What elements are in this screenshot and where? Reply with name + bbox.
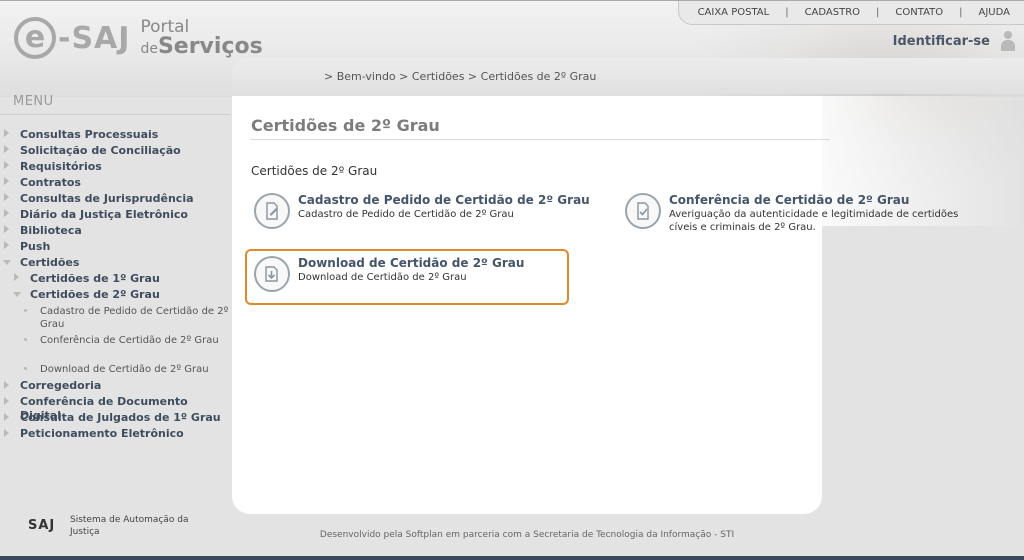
page-title: Certidões de 2º Grau — [251, 116, 440, 135]
expand-arrow-icon[interactable] — [14, 273, 19, 281]
sidebar-item-biblioteca[interactable]: Biblioteca — [20, 224, 82, 238]
logo-saj: -SAJ — [58, 20, 131, 56]
sidebar-item-solicitacao-conciliacao[interactable]: Solicitação de Conciliação — [20, 144, 181, 158]
sidebar-item-julgados-1-grau[interactable]: Consulta de Julgados de 1º Grau — [20, 411, 221, 425]
sidebar-item-certidoes[interactable]: Certidões — [20, 256, 79, 270]
expand-arrow-icon[interactable] — [4, 397, 9, 405]
page: e -SAJ Portal deServiços CAIXA POSTAL | … — [0, 0, 1024, 560]
footer-saj-logo: SAJ — [28, 518, 56, 533]
card-download[interactable]: Download de Certidão de 2º Grau Download… — [254, 256, 564, 292]
expand-arrow-icon[interactable] — [4, 225, 9, 233]
expand-arrow-icon[interactable] — [4, 413, 9, 421]
sidebar-item-jurisprudencia[interactable]: Consultas de Jurisprudência — [20, 192, 194, 206]
top-navigation: CAIXA POSTAL | CADASTRO | CONTATO | AJUD… — [678, 1, 1024, 25]
card-description: Download de Certidão de 2º Grau — [298, 272, 467, 283]
esaj-logo[interactable]: e -SAJ Portal deServiços — [14, 13, 263, 63]
breadcrumb: > Bem-vindo > Certidões > Certidões de 2… — [232, 58, 1024, 94]
identify-label[interactable]: Identificar-se — [893, 34, 990, 49]
bottom-bar — [0, 556, 1024, 560]
sidebar-item-certidoes-2-grau[interactable]: Certidões de 2º Grau — [30, 288, 160, 302]
collapse-arrow-icon[interactable] — [3, 260, 11, 265]
footer-credits: Desenvolvido pela Softplan em parceria c… — [319, 530, 735, 540]
sidebar-item-requisitorios[interactable]: Requisitórios — [20, 160, 102, 174]
sidebar-item-cadastro-pedido[interactable]: Cadastro de Pedido de Certidão de 2º Gra… — [40, 305, 230, 331]
nav-separator: | — [785, 7, 789, 18]
card-description: Cadastro de Pedido de Certidão de 2º Gra… — [298, 209, 514, 220]
logo-portal-de: de — [140, 40, 158, 57]
menu-divider — [0, 114, 230, 115]
sidebar-item-certidoes-1-grau[interactable]: Certidões de 1º Grau — [30, 272, 160, 286]
logo-portal-line2: deServiços — [140, 33, 263, 59]
sidebar-item-conferencia[interactable]: Conferência de Certidão de 2º Grau — [40, 334, 230, 347]
sidebar-item-corregedoria[interactable]: Corregedoria — [20, 379, 101, 393]
bullet-icon — [24, 367, 27, 370]
card-title[interactable]: Conferência de Certidão de 2º Grau — [669, 193, 989, 208]
nav-contato[interactable]: CONTATO — [895, 7, 943, 18]
nav-caixa-postal[interactable]: CAIXA POSTAL — [698, 7, 770, 18]
nav-separator: | — [876, 7, 880, 18]
expand-arrow-icon[interactable] — [4, 429, 9, 437]
logo-e: e — [14, 17, 56, 59]
logo-portal-servicos: Serviços — [157, 33, 263, 59]
nav-ajuda[interactable]: AJUDA — [979, 7, 1010, 18]
expand-arrow-icon[interactable] — [4, 129, 9, 137]
document-check-icon[interactable] — [625, 193, 661, 229]
expand-arrow-icon[interactable] — [4, 193, 9, 201]
logo-portal-text: Portal deServiços — [140, 18, 263, 59]
expand-arrow-icon[interactable] — [4, 145, 9, 153]
footer: SAJ Sistema de Automação da Justiça Dese… — [0, 514, 1024, 556]
identify-link[interactable]: Identificar-se — [893, 31, 1016, 51]
footer-system-name: Sistema de Automação da Justiça — [70, 515, 189, 537]
sidebar-item-contratos[interactable]: Contratos — [20, 176, 81, 190]
section-title: Certidões de 2º Grau — [251, 164, 378, 178]
card-description: Averiguação da autenticidade e legitimid… — [669, 209, 959, 233]
sidebar: MENU Consultas Processuais Solicitação d… — [0, 88, 230, 496]
expand-arrow-icon[interactable] — [4, 177, 9, 185]
sidebar-item-peticionamento[interactable]: Peticionamento Eletrônico — [20, 427, 184, 441]
download-icon[interactable] — [254, 256, 290, 292]
card-title[interactable]: Download de Certidão de 2º Grau — [298, 256, 524, 271]
sidebar-item-push[interactable]: Push — [20, 240, 50, 254]
bullet-icon — [24, 309, 27, 312]
sidebar-item-consultas-processuais[interactable]: Consultas Processuais — [20, 128, 158, 142]
person-icon[interactable] — [1000, 31, 1016, 51]
card-cadastro-pedido[interactable]: Cadastro de Pedido de Certidão de 2º Gra… — [254, 193, 614, 229]
title-divider — [250, 139, 830, 140]
nav-separator: | — [959, 7, 963, 18]
card-title[interactable]: Cadastro de Pedido de Certidão de 2º Gra… — [298, 193, 590, 208]
expand-arrow-icon[interactable] — [4, 381, 9, 389]
sidebar-item-download[interactable]: Download de Certidão de 2º Grau — [40, 363, 230, 376]
expand-arrow-icon[interactable] — [4, 241, 9, 249]
card-conferencia[interactable]: Conferência de Certidão de 2º Grau Averi… — [625, 193, 995, 234]
breadcrumb-text[interactable]: > Bem-vindo > Certidões > Certidões de 2… — [324, 70, 596, 83]
menu-title: MENU — [13, 94, 54, 109]
nav-cadastro[interactable]: CADASTRO — [805, 7, 860, 18]
expand-arrow-icon[interactable] — [4, 161, 9, 169]
bullet-icon — [24, 338, 27, 341]
expand-arrow-icon[interactable] — [4, 209, 9, 217]
sidebar-item-diario-justica[interactable]: Diário da Justiça Eletrônico — [20, 208, 188, 222]
collapse-arrow-icon[interactable] — [13, 292, 21, 297]
document-pen-icon[interactable] — [254, 193, 290, 229]
